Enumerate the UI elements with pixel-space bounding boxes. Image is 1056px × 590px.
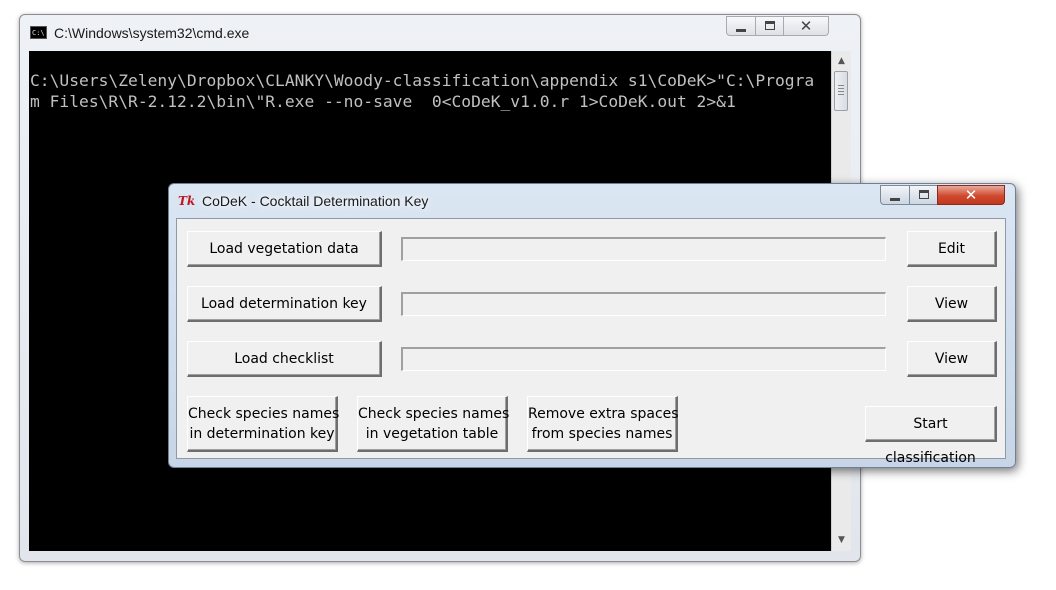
scrollbar-grip-icon bbox=[838, 85, 844, 95]
close-icon: ✕ bbox=[799, 17, 813, 35]
start-classification-button[interactable]: Start classification bbox=[865, 406, 997, 466]
load-determination-key-button[interactable]: Load determination key bbox=[187, 286, 382, 322]
check-species-in-key-button[interactable]: Check species names in determination key bbox=[187, 396, 339, 452]
scrollbar-thumb[interactable] bbox=[834, 71, 848, 111]
close-icon: ✕ bbox=[964, 186, 978, 204]
cmd-close-button[interactable]: ✕ bbox=[783, 16, 829, 36]
codek-client-area: Load vegetation data Edit Load determina… bbox=[176, 218, 1006, 466]
codek-window-title: CoDeK - Cocktail Determination Key bbox=[202, 193, 429, 209]
cmd-titlebar[interactable]: C:\ C:\Windows\system32\cmd.exe ✕ bbox=[20, 15, 860, 51]
view-checklist-button[interactable]: View bbox=[907, 341, 997, 377]
cmd-window-title: C:\Windows\system32\cmd.exe bbox=[54, 25, 250, 41]
cmd-minimize-button[interactable] bbox=[726, 16, 756, 36]
console-line: C:\Users\Zeleny\Dropbox\CLANKY\Woody-cla… bbox=[30, 71, 815, 90]
codek-minimize-button[interactable] bbox=[880, 185, 910, 205]
remove-extra-spaces-button[interactable]: Remove extra spaces from species names bbox=[527, 396, 679, 452]
view-determination-key-button[interactable]: View bbox=[907, 286, 997, 322]
cmd-app-icon: C:\ bbox=[30, 26, 47, 39]
cmd-maximize-button[interactable] bbox=[755, 16, 784, 36]
edit-vegetation-data-button[interactable]: Edit bbox=[907, 231, 997, 267]
codek-window: Tk CoDeK - Cocktail Determination Key ✕ … bbox=[168, 183, 1016, 468]
console-line: m Files\R\R-2.12.2\bin\"R.exe --no-save … bbox=[30, 92, 736, 111]
checklist-path-field[interactable] bbox=[401, 347, 886, 371]
codek-maximize-button[interactable] bbox=[909, 185, 938, 205]
codek-titlebar[interactable]: Tk CoDeK - Cocktail Determination Key ✕ bbox=[169, 184, 1015, 218]
tk-feather-icon: Tk bbox=[178, 194, 196, 208]
scroll-down-arrow-icon[interactable]: ▼ bbox=[832, 532, 851, 549]
check-species-in-vegetation-button[interactable]: Check species names in vegetation table bbox=[357, 396, 509, 452]
load-vegetation-data-button[interactable]: Load vegetation data bbox=[187, 231, 382, 267]
codek-close-button[interactable]: ✕ bbox=[937, 185, 1005, 205]
minimize-icon bbox=[890, 198, 900, 201]
maximize-icon bbox=[918, 190, 929, 199]
maximize-icon bbox=[764, 21, 775, 30]
determination-key-path-field[interactable] bbox=[401, 292, 886, 316]
vegetation-data-path-field[interactable] bbox=[401, 237, 886, 261]
minimize-icon bbox=[736, 29, 746, 32]
load-checklist-button[interactable]: Load checklist bbox=[187, 341, 382, 377]
scroll-up-arrow-icon[interactable]: ▲ bbox=[832, 53, 851, 70]
